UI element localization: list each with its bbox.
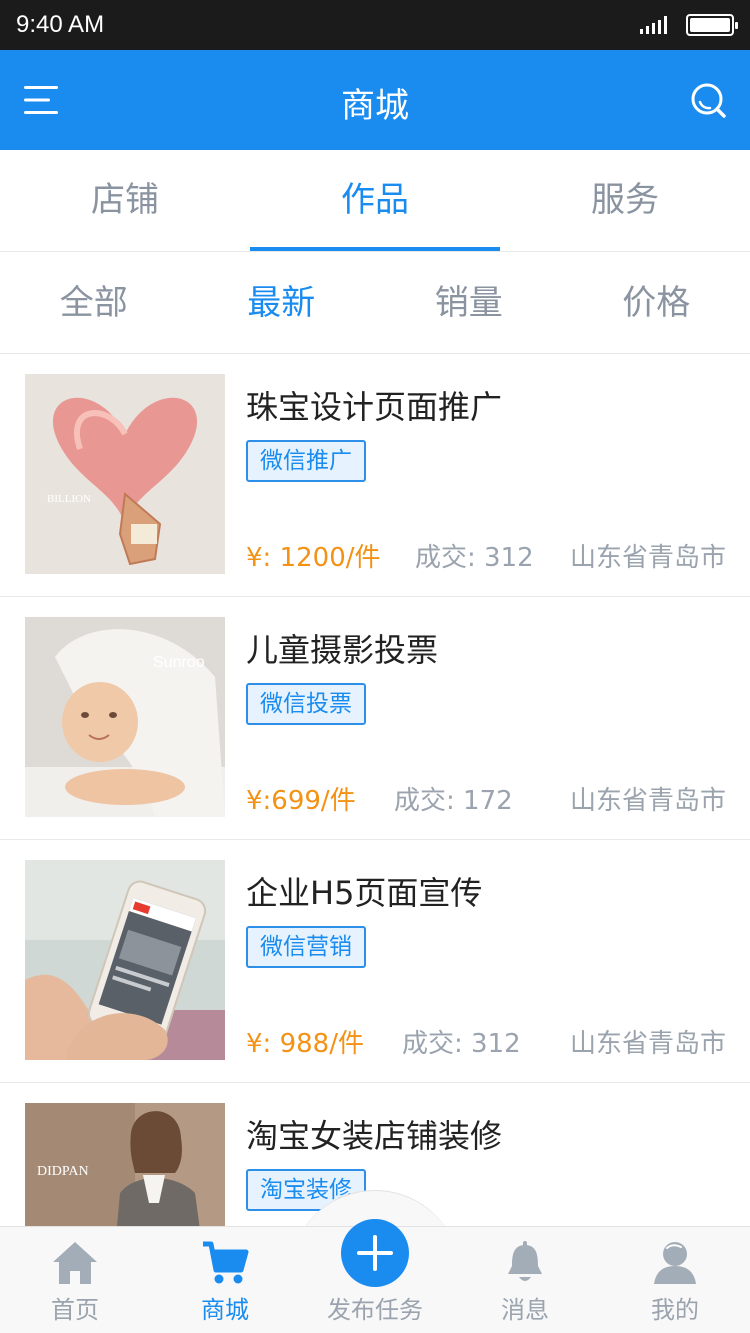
- filter-newest[interactable]: 最新: [188, 252, 376, 353]
- item-price: ¥:699/件: [246, 786, 356, 816]
- item-price: ¥: 1200/件: [246, 543, 381, 573]
- item-deals: 成交: 312: [402, 1029, 521, 1059]
- list-item[interactable]: BILLION 珠宝设计页面推广 微信推广 ¥: 1200/件 成交: 312 …: [0, 354, 750, 597]
- jewelry-thumbnail: BILLION: [25, 374, 225, 574]
- list-item[interactable]: Sunroo 儿童摄影投票 微信投票 ¥:699/件 成交: 172 山东省青岛…: [0, 597, 750, 840]
- item-title: 珠宝设计页面推广: [246, 388, 503, 426]
- plus-icon: [357, 1235, 393, 1271]
- item-location: 山东省青岛市: [569, 543, 726, 573]
- publish-button[interactable]: [341, 1219, 409, 1287]
- brand-logo: DIDPAN: [37, 1164, 89, 1179]
- fashion-thumbnail: DIDPAN: [25, 1103, 225, 1226]
- tab-works[interactable]: 作品: [250, 150, 500, 251]
- item-title: 淘宝女装店铺装修: [246, 1117, 503, 1155]
- tab-services[interactable]: 服务: [500, 150, 750, 251]
- item-deals: 成交: 312: [415, 543, 534, 573]
- brand-logo: Sunroo: [153, 654, 205, 671]
- category-tag[interactable]: 微信推广: [246, 440, 366, 482]
- signal-icon: [640, 16, 667, 34]
- profile-icon: [654, 1242, 696, 1284]
- product-list: BILLION 珠宝设计页面推广 微信推广 ¥: 1200/件 成交: 312 …: [0, 354, 750, 1226]
- category-tag[interactable]: 微信投票: [246, 683, 366, 725]
- bottom-nav-label: 首页: [51, 1296, 99, 1324]
- status-time: 9:40 AM: [16, 11, 105, 38]
- bottom-nav-profile[interactable]: 我的: [600, 1226, 750, 1333]
- status-bar: 9:40 AM: [0, 0, 750, 50]
- cart-icon: [203, 1241, 249, 1284]
- brand-logo: BILLION: [47, 493, 91, 505]
- filter-sales[interactable]: 销量: [375, 252, 563, 353]
- baby-photo-thumbnail: Sunroo: [25, 617, 225, 817]
- phone-mockup-thumbnail: [25, 860, 225, 1060]
- item-title: 儿童摄影投票: [246, 631, 439, 669]
- item-location: 山东省青岛市: [569, 1029, 726, 1059]
- filter-all[interactable]: 全部: [0, 252, 188, 353]
- bottom-nav-label: 消息: [501, 1296, 549, 1324]
- filter-bar: 全部 最新 销量 价格: [0, 252, 750, 354]
- search-icon[interactable]: [690, 82, 726, 118]
- item-location: 山东省青岛市: [569, 786, 726, 816]
- category-tag[interactable]: 微信营销: [246, 926, 366, 968]
- main-tabs: 店铺 作品 服务: [0, 150, 750, 252]
- list-item[interactable]: 企业H5页面宣传 微信营销 ¥: 988/件 成交: 312 山东省青岛市: [0, 840, 750, 1083]
- bottom-nav-home[interactable]: 首页: [0, 1226, 150, 1333]
- filter-price[interactable]: 价格: [563, 252, 750, 353]
- item-title: 企业H5页面宣传: [246, 874, 483, 912]
- item-deals: 成交: 172: [394, 786, 513, 816]
- bell-icon: [508, 1241, 542, 1281]
- bottom-nav-messages[interactable]: 消息: [450, 1226, 600, 1333]
- tab-shops[interactable]: 店铺: [0, 150, 250, 251]
- nav-bar: 商城: [0, 50, 750, 150]
- bottom-nav-mall[interactable]: 商城: [150, 1226, 300, 1333]
- battery-icon: [686, 14, 738, 36]
- item-price: ¥: 988/件: [246, 1029, 364, 1059]
- bottom-nav-label: 发布任务: [327, 1296, 423, 1324]
- home-icon: [53, 1242, 97, 1284]
- bottom-nav-label: 我的: [651, 1296, 699, 1324]
- bottom-nav-label: 商城: [201, 1296, 249, 1324]
- page-title: 商城: [341, 86, 409, 126]
